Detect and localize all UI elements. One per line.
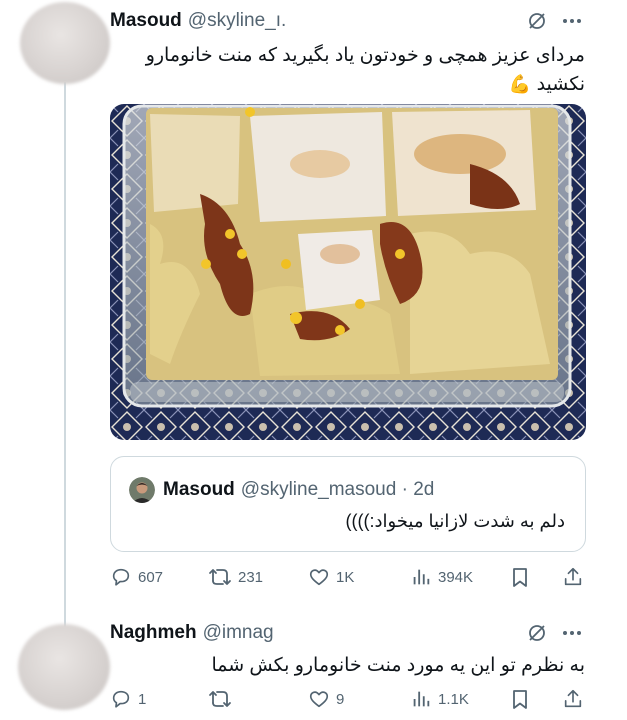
flexed-biceps-emoji: 💪 [508,74,532,94]
quoted-tweet-header: Masoud @skyline_masoud · 2d [129,477,434,503]
reply-text: به نظرم تو این یه مورد منت خانومارو بکش … [211,655,585,676]
views-button[interactable]: 394K [410,566,473,588]
quoted-author-name: Masoud [163,479,235,500]
views-icon [413,569,430,585]
author-handle[interactable]: @skyline_ı. [188,10,287,32]
views-count: 394K [438,568,474,586]
share-button[interactable] [562,566,584,588]
reply-avatar[interactable] [18,624,110,710]
reply-top-actions [526,622,582,644]
like-icon [309,691,329,708]
like-count: 1K [336,568,355,586]
bookmark-icon [513,690,527,709]
bookmark-icon [513,568,527,587]
reply-author-name[interactable]: Naghmeh [110,622,197,644]
share-icon [564,567,582,586]
views-icon [413,691,430,707]
author-name[interactable]: Masoud [110,10,182,32]
reply-count: 607 [138,568,164,586]
quoted-avatar [129,477,155,503]
reply-like-count: 9 [336,690,345,708]
tweet-media-photo[interactable] [110,104,586,440]
reply-views-button[interactable]: 1.1K [410,688,469,710]
quoted-tweet[interactable]: Masoud @skyline_masoud · 2d دلم به شدت ل… [110,456,586,552]
grok-slash-icon[interactable] [526,10,548,32]
tweet-top-actions [526,10,582,32]
retweet-icon [209,691,231,707]
reply-retweet-button[interactable] [208,688,238,710]
reply-header: Naghmeh @imnag [110,622,274,644]
tweet-header: Masoud @skyline_ı. [110,10,286,32]
reply-bookmark-button[interactable] [510,688,530,710]
like-icon [309,569,329,586]
reply-icon [112,568,130,586]
more-dots-icon[interactable] [562,18,582,24]
tweet-text: مردای عزیز همچی و خودتون یاد بگیرید که م… [105,42,585,99]
quoted-tweet-text: دلم به شدت لازانیا میخواد:)))) [345,511,566,531]
bookmark-button[interactable] [510,566,530,588]
grok-slash-icon[interactable] [526,622,548,644]
tweet-action-bar: 607 231 1K 394K [110,566,586,590]
reply-author-handle[interactable]: @imnag [203,622,274,644]
more-dots-icon[interactable] [562,630,582,636]
avatar[interactable] [20,2,110,84]
lasagna-photo-icon [110,104,586,440]
like-button[interactable]: 1K [308,566,354,588]
share-icon [564,689,582,708]
retweet-count: 231 [238,568,264,586]
reply-like-button[interactable]: 9 [308,688,344,710]
reply-reply-count: 1 [138,690,147,708]
reply-button[interactable]: 607 [110,566,163,588]
retweet-button[interactable]: 231 [208,566,263,588]
reply-action-bar: 1 9 1.1K [110,688,586,712]
reply-views-count: 1.1K [438,690,469,708]
thread-connector-line [64,82,66,627]
reply-share-button[interactable] [562,688,584,710]
reply-reply-button[interactable]: 1 [110,688,146,710]
retweet-icon [209,569,231,585]
quoted-author-handle: @skyline_masoud · 2d [240,479,435,500]
reply-icon [112,690,130,708]
